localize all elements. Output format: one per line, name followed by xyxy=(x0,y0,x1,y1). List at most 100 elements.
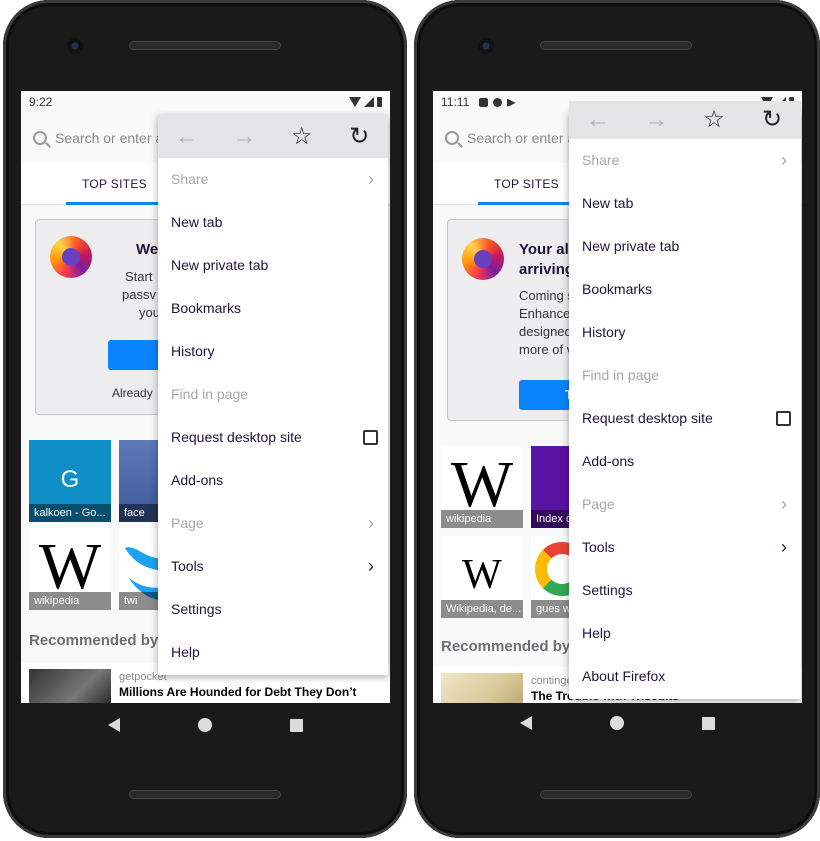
card-body-line: Start xyxy=(125,269,153,284)
menu-item-request-desktop-site[interactable]: Request desktop site xyxy=(569,397,801,440)
recents-icon[interactable] xyxy=(701,716,715,730)
tile-glyph: G xyxy=(60,466,80,493)
tile-label: wikipedia xyxy=(441,510,523,528)
tab-top-sites[interactable]: TOP SITES xyxy=(82,177,147,191)
back-icon[interactable] xyxy=(107,718,120,732)
back-icon[interactable] xyxy=(519,716,532,730)
menu-item-bookmarks[interactable]: Bookmarks xyxy=(158,287,388,330)
menu-item-new-private-tab[interactable]: New private tab xyxy=(569,225,801,268)
chevron-right-icon: › xyxy=(368,513,374,533)
status-bar: 9:22 xyxy=(21,91,390,113)
status-left: 11:11 xyxy=(441,95,516,109)
menu-item-bookmarks[interactable]: Bookmarks xyxy=(569,268,801,311)
back-arrow-icon[interactable]: ← xyxy=(158,115,216,158)
story-thumbnail xyxy=(29,669,111,703)
menu-item-label: Tools xyxy=(171,558,204,574)
screen: 11:11 Search or enter a TOP SITES Your a… xyxy=(433,91,802,703)
menu-item-label: Help xyxy=(171,644,200,660)
menu-item-label: Request desktop site xyxy=(171,429,302,445)
search-icon xyxy=(445,131,459,145)
main-menu: ← → ☆ ↻ Share › New tab New private tab B… xyxy=(158,115,388,675)
menu-item-share[interactable]: Share › xyxy=(158,158,388,201)
sync-icon xyxy=(492,98,502,108)
menu-item-label: Page xyxy=(171,515,204,531)
reload-icon[interactable]: ↻ xyxy=(331,115,389,158)
menu-item-label: Add-ons xyxy=(582,453,635,469)
home-icon[interactable] xyxy=(609,716,624,730)
camera-icon xyxy=(67,38,83,54)
bookmark-star-icon[interactable]: ☆ xyxy=(685,105,743,135)
menu-item-label: Share xyxy=(171,171,209,187)
card-body-line: you xyxy=(139,305,160,320)
signal-icon xyxy=(364,97,374,107)
card-body-line: passv xyxy=(122,287,156,302)
top-site-tile[interactable]: W wikipedia xyxy=(29,528,111,610)
status-time: 9:22 xyxy=(29,95,53,109)
sd-card-icon xyxy=(478,98,488,108)
menu-item-share[interactable]: Share › xyxy=(569,139,801,182)
search-placeholder: Search or enter a xyxy=(467,130,576,146)
menu-item-label: About Firefox xyxy=(582,668,666,684)
firefox-logo-icon xyxy=(50,236,92,278)
menu-item-request-desktop-site[interactable]: Request desktop site xyxy=(158,416,388,459)
menu-item-new-private-tab[interactable]: New private tab xyxy=(158,244,388,287)
menu-item-add-ons[interactable]: Add-ons xyxy=(158,459,388,502)
story-source: continge xyxy=(531,675,573,687)
notification-icons xyxy=(478,98,516,108)
screen: 9:22 Search or enter a TOP SITES We Star… xyxy=(21,91,390,703)
bookmark-star-icon[interactable]: ☆ xyxy=(273,115,331,158)
menu-item-about-firefox[interactable]: About Firefox xyxy=(569,655,801,698)
phone-right: 11:11 Search or enter a TOP SITES Your a… xyxy=(414,0,820,838)
menu-item-tools[interactable]: Tools › xyxy=(158,545,388,588)
menu-item-new-tab[interactable]: New tab xyxy=(569,182,801,225)
desktop-site-checkbox[interactable] xyxy=(776,411,791,426)
menu-item-label: History xyxy=(582,324,626,340)
menu-item-new-tab[interactable]: New tab xyxy=(158,201,388,244)
forward-arrow-icon[interactable]: → xyxy=(627,105,685,135)
menu-item-find-in-page[interactable]: Find in page xyxy=(158,373,388,416)
search-icon xyxy=(33,131,47,145)
forward-arrow-icon[interactable]: → xyxy=(216,115,274,158)
top-site-tile[interactable]: W wikipedia xyxy=(441,446,523,528)
battery-icon xyxy=(377,97,382,107)
menu-toolbar: ← → ☆ ↻ xyxy=(569,101,801,139)
back-arrow-icon[interactable]: ← xyxy=(569,105,627,135)
menu-item-tools[interactable]: Tools › xyxy=(569,526,801,569)
chevron-right-icon: › xyxy=(781,150,787,170)
menu-item-history[interactable]: History xyxy=(158,330,388,373)
home-icon[interactable] xyxy=(197,718,212,732)
story-headline: Millions Are Hounded for Debt They Don’t xyxy=(119,685,357,699)
menu-item-page[interactable]: Page › xyxy=(569,483,801,526)
speaker-grille xyxy=(129,790,281,799)
menu-item-label: Settings xyxy=(582,582,633,598)
phone-left: 9:22 Search or enter a TOP SITES We Star… xyxy=(3,0,407,838)
card-body-line: designed xyxy=(519,324,572,339)
desktop-site-checkbox[interactable] xyxy=(363,430,378,445)
menu-item-label: New private tab xyxy=(171,257,269,273)
tile-label: kalkoen - Go... xyxy=(29,504,111,522)
menu-item-label: New private tab xyxy=(582,238,680,254)
menu-item-settings[interactable]: Settings xyxy=(158,588,388,631)
menu-toolbar: ← → ☆ ↻ xyxy=(158,115,388,158)
firefox-logo-icon xyxy=(462,238,504,280)
tab-top-sites[interactable]: TOP SITES xyxy=(494,177,559,191)
menu-item-add-ons[interactable]: Add-ons xyxy=(569,440,801,483)
android-nav-bar xyxy=(3,703,407,747)
menu-item-label: Find in page xyxy=(171,386,249,402)
already-text: Already xyxy=(112,386,153,400)
menu-item-history[interactable]: History xyxy=(569,311,801,354)
menu-item-help[interactable]: Help xyxy=(569,612,801,655)
menu-item-page[interactable]: Page › xyxy=(158,502,388,545)
top-site-tile[interactable]: G kalkoen - Go... xyxy=(29,440,111,522)
tile-label: wikipedia xyxy=(29,592,111,610)
card-body-line: more of v xyxy=(519,342,574,357)
menu-item-help[interactable]: Help xyxy=(158,631,388,674)
top-site-tile[interactable]: W Wikipedia, de... xyxy=(441,536,523,618)
menu-item-settings[interactable]: Settings xyxy=(569,569,801,612)
recents-icon[interactable] xyxy=(289,718,303,732)
reload-icon[interactable]: ↻ xyxy=(743,105,801,135)
menu-item-find-in-page[interactable]: Find in page xyxy=(569,354,801,397)
speaker-grille xyxy=(129,41,281,50)
story-thumbnail xyxy=(441,673,523,703)
android-nav-bar xyxy=(414,701,820,745)
